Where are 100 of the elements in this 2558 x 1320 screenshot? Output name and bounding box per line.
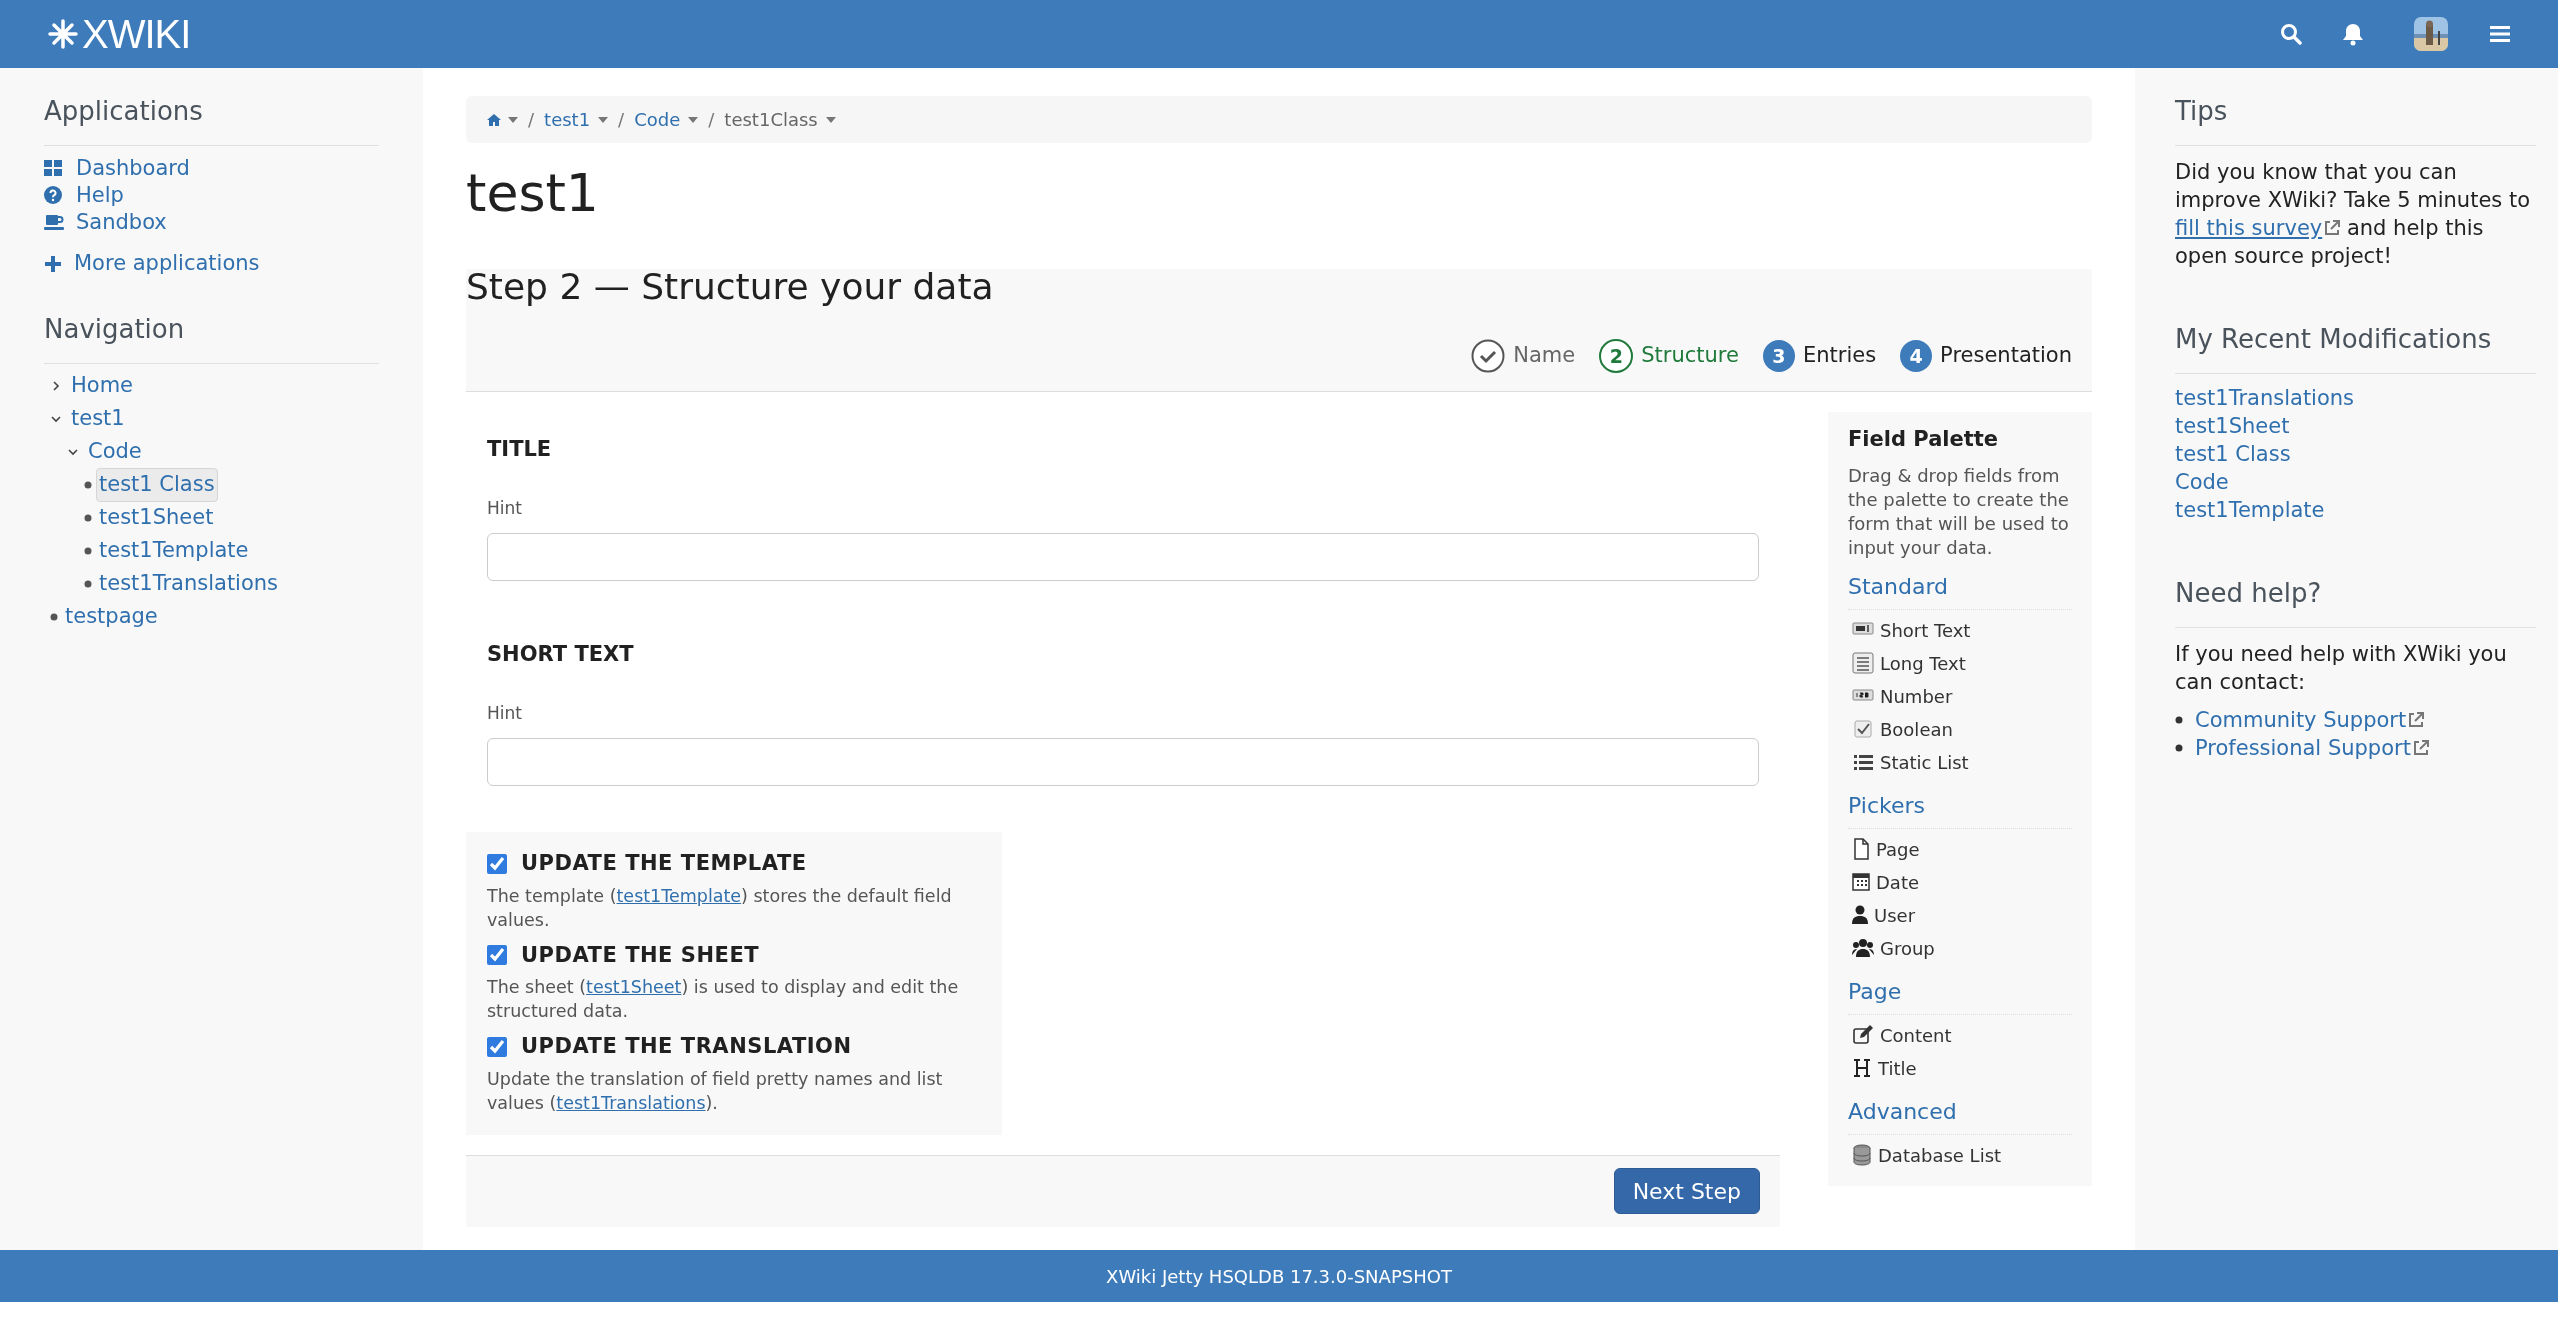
page-link[interactable]: test1Template xyxy=(616,885,742,906)
palette-group-title: Page xyxy=(1848,974,2072,1015)
grid-icon xyxy=(44,159,64,177)
palette-field-item[interactable]: Date xyxy=(1848,865,2072,899)
breadcrumb-link[interactable]: test1 xyxy=(544,106,609,133)
text-area-icon xyxy=(1852,652,1874,674)
tree-item[interactable]: Home xyxy=(68,369,136,403)
external-link-icon xyxy=(2408,712,2425,728)
menu-icon[interactable] xyxy=(2490,26,2510,42)
separator-text: / xyxy=(528,108,535,132)
external-link-icon xyxy=(2324,220,2341,236)
palette-field-item[interactable]: Long Text xyxy=(1848,646,2072,680)
option-title: UPDATE THE TEMPLATE xyxy=(521,850,807,877)
tree-item[interactable]: test1Template xyxy=(96,534,252,568)
palette-field-item[interactable]: Number xyxy=(1848,679,2072,713)
breadcrumb-link[interactable]: test1Class xyxy=(724,106,836,133)
palette-field-item[interactable]: Static List xyxy=(1848,745,2072,779)
hint-label: Hint xyxy=(487,701,523,725)
section-title: Need help? xyxy=(2175,574,2536,628)
recent-page-link[interactable]: test1Translations xyxy=(2175,384,2355,412)
checkbox[interactable] xyxy=(487,945,507,966)
caret-icon xyxy=(508,116,518,123)
palette-group-title: Pickers xyxy=(1848,788,2072,829)
bell-icon[interactable] xyxy=(2342,22,2364,46)
palette-field-item[interactable]: User xyxy=(1848,898,2072,932)
checkbox[interactable] xyxy=(487,1036,507,1057)
support-link[interactable]: Professional Support xyxy=(2195,734,2429,762)
option-title: UPDATE THE SHEET xyxy=(521,941,760,969)
palette-field-item[interactable]: Page xyxy=(1848,832,2072,866)
home-link[interactable] xyxy=(486,112,518,127)
heading-icon xyxy=(1852,1057,1872,1079)
survey-link[interactable]: fill this survey xyxy=(2175,214,2341,242)
search-icon[interactable] xyxy=(2280,23,2302,45)
tree-item[interactable]: testpage xyxy=(62,600,161,634)
palette-field-item[interactable]: Database List xyxy=(1848,1138,2072,1172)
breadcrumb-link[interactable]: Code xyxy=(634,106,699,133)
step-label: Structure xyxy=(1641,342,1739,370)
tree-item[interactable]: test1 xyxy=(68,402,128,436)
palette-field-item[interactable]: Boolean xyxy=(1848,712,2072,746)
step-label: Presentation xyxy=(1940,342,2072,370)
palette-field-item[interactable]: Short Text xyxy=(1848,613,2072,647)
field-title: SHORT TEXT xyxy=(487,641,635,668)
tree-item[interactable]: test1Translations xyxy=(96,567,282,601)
page-link[interactable]: test1Translations xyxy=(556,1092,706,1113)
support-link[interactable]: Community Support xyxy=(2195,706,2425,734)
users-icon xyxy=(1852,937,1874,959)
user-icon xyxy=(1852,904,1868,926)
step-number: 3 xyxy=(1762,340,1795,372)
palette-field-item[interactable]: Content xyxy=(1848,1018,2072,1052)
more-applications-link[interactable]: More applications xyxy=(44,248,379,280)
palette-title: Field Palette xyxy=(1848,426,2000,453)
recent-page-link[interactable]: test1 Class xyxy=(2175,440,2291,468)
option-title: UPDATE THE TRANSLATION xyxy=(521,1033,852,1060)
tree-item[interactable]: Code xyxy=(85,435,145,469)
palette-field-item[interactable]: Group xyxy=(1848,931,2072,965)
hint-label: Hint xyxy=(487,496,523,520)
recent-page-link[interactable]: test1Sheet xyxy=(2175,412,2290,440)
separator-text: / xyxy=(708,108,715,132)
section-title: Applications xyxy=(44,92,379,146)
caret-icon xyxy=(825,116,836,123)
external-link-icon xyxy=(2412,740,2429,756)
cup-icon xyxy=(44,213,64,231)
database-icon xyxy=(1852,1144,1872,1166)
palette-field-item[interactable]: Title xyxy=(1848,1051,2072,1085)
separator-text: / xyxy=(618,108,625,132)
section-title: Tips xyxy=(2175,92,2536,146)
bullet-icon xyxy=(2175,744,2183,752)
xwiki-logo[interactable]: XWIKI xyxy=(48,4,191,64)
hint-input-field[interactable] xyxy=(487,738,1759,786)
edit-icon xyxy=(1852,1024,1874,1046)
caret-icon xyxy=(688,116,699,123)
checkbox-icon xyxy=(1852,718,1874,740)
bullet-icon xyxy=(84,481,92,489)
section-title: My Recent Modifications xyxy=(2175,320,2536,374)
palette-description: Drag & drop fields from the palette to create the form that will be used to input your data. xyxy=(1848,463,2070,560)
step-label: Entries xyxy=(1802,342,1877,370)
help-text: If you need help with XWiki you can contact: xyxy=(2175,641,2508,696)
bullet-icon xyxy=(84,547,92,555)
hint-input-field[interactable] xyxy=(487,533,1759,581)
bullet-icon xyxy=(84,580,92,588)
option-description: The template (test1Template) stores the default field values. xyxy=(487,884,953,932)
document-icon xyxy=(1852,838,1870,860)
app-link[interactable]: Dashboard xyxy=(44,156,379,180)
plus-icon xyxy=(44,254,62,273)
option-description: Update the translation of field pretty names and list values (test1Translations). xyxy=(487,1067,944,1115)
app-link[interactable]: Sandbox xyxy=(44,210,379,234)
app-link[interactable]: Help xyxy=(44,183,379,207)
bullet-icon xyxy=(50,613,58,621)
page-title: test1 xyxy=(466,167,600,219)
tip-text: Did you know that you can improve XWiki? Take 5 minutes to fill this survey and help this open source project! xyxy=(2175,159,2532,270)
recent-page-link[interactable]: test1Template xyxy=(2175,496,2325,524)
palette-group-title: Standard xyxy=(1848,569,2072,610)
recent-page-link[interactable]: Code xyxy=(2175,468,2229,496)
checkbox[interactable] xyxy=(487,853,507,874)
tree-item[interactable]: test1Sheet xyxy=(96,501,217,535)
page-link[interactable]: test1Sheet xyxy=(586,977,682,997)
tree-item[interactable]: test1 Class xyxy=(96,468,218,502)
palette-group-title: Advanced xyxy=(1848,1094,2072,1135)
step-number: 2 xyxy=(1599,339,1634,373)
next-step-button[interactable]: Next Step xyxy=(1613,1168,1760,1214)
